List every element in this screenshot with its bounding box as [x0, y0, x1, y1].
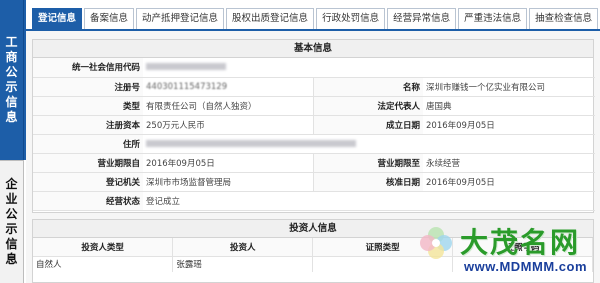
name-label: 名称 [312, 77, 423, 97]
side-char: 息 [5, 252, 18, 266]
term-from-value: 2016年09月05日 [143, 153, 313, 173]
capital-value: 250万元人民币 [143, 115, 313, 135]
approval-date-label: 核准日期 [312, 172, 423, 192]
side-char: 公 [5, 65, 18, 79]
investor-info-panel: 投资人信息 投资人类型 投资人 证照类型 证照号码 自然人 张露瑶 [32, 219, 594, 283]
reg-no-label: 注册号 [33, 77, 143, 97]
credit-code-value [143, 58, 596, 78]
cert-no-cell [452, 256, 593, 272]
tab-filing-info[interactable]: 备案信息 [84, 8, 135, 29]
term-from-label: 营业期限自 [33, 153, 143, 173]
table-row: 统一社会信用代码 [33, 58, 596, 78]
basic-info-table: 统一社会信用代码 注册号 440301115473129 名称 深圳市赚钱一个亿… [33, 58, 596, 211]
col-header-investor-type: 投资人类型 [33, 238, 174, 257]
redacted-address [146, 139, 356, 147]
col-header-investor: 投资人 [172, 238, 314, 257]
basic-info-title: 基本信息 [33, 40, 593, 58]
tab-abnormal-operation[interactable]: 经营异常信息 [387, 8, 457, 29]
tab-spot-check[interactable]: 抽查检查信息 [529, 8, 599, 29]
table-row: 住所 [33, 134, 596, 154]
approval-date-value: 2016年09月05日 [423, 172, 596, 192]
table-row: 注册号 440301115473129 名称 深圳市赚钱一个亿实业有限公司 [33, 77, 596, 97]
reg-no-value: 440301115473129 [143, 77, 313, 97]
est-date-label: 成立日期 [312, 115, 423, 135]
tab-registration-info[interactable]: 登记信息 [32, 8, 83, 29]
side-char: 信 [5, 95, 18, 109]
col-header-cert-no: 证照号码 [452, 238, 593, 257]
tab-bar: 登记信息 备案信息 动产抵押登记信息 股权出质登记信息 行政处罚信息 经营异常信… [26, 0, 600, 31]
table-row: 登记机关 深圳市市场监督管理局 核准日期 2016年09月05日 [33, 172, 596, 192]
side-char: 企 [5, 177, 18, 191]
address-value [143, 134, 596, 154]
side-char: 信 [5, 237, 18, 251]
authority-label: 登记机关 [33, 172, 143, 192]
cert-type-cell [312, 256, 454, 272]
investor-type-cell: 自然人 [33, 256, 174, 272]
type-value: 有限责任公司（自然人独资） [143, 96, 313, 116]
legal-rep-value: 唐国典 [423, 96, 596, 116]
investor-table: 投资人类型 投资人 证照类型 证照号码 自然人 张露瑶 [33, 238, 593, 272]
term-to-value: 永续经营 [423, 153, 596, 173]
side-char: 公 [5, 207, 18, 221]
table-row: 营业期限自 2016年09月05日 营业期限至 永续经营 [33, 153, 596, 173]
table-row: 自然人 张露瑶 [33, 256, 593, 272]
investor-info-title: 投资人信息 [33, 220, 593, 238]
est-date-value: 2016年09月05日 [423, 115, 596, 135]
status-value: 登记成立 [143, 191, 596, 211]
redacted-credit-code [146, 63, 226, 71]
side-char: 示 [5, 80, 18, 94]
tab-serious-violation[interactable]: 严重违法信息 [458, 8, 528, 29]
table-row: 注册资本 250万元人民币 成立日期 2016年09月05日 [33, 115, 596, 135]
table-header-row: 投资人类型 投资人 证照类型 证照号码 [33, 238, 593, 257]
investor-name-cell: 张露瑶 [172, 256, 314, 272]
side-char: 息 [5, 110, 18, 124]
tab-equity-pledge[interactable]: 股权出质登记信息 [226, 8, 315, 29]
status-label: 经营状态 [33, 191, 143, 211]
address-label: 住所 [33, 134, 143, 154]
name-value: 深圳市赚钱一个亿实业有限公司 [423, 77, 596, 97]
table-row: 类型 有限责任公司（自然人独资） 法定代表人 唐国典 [33, 96, 596, 116]
legal-rep-label: 法定代表人 [312, 96, 423, 116]
table-row: 经营状态 登记成立 [33, 191, 596, 211]
side-tab-ent-info[interactable]: 企 业 公 示 信 息 [0, 160, 24, 283]
side-char: 商 [5, 50, 18, 64]
authority-value: 深圳市市场监督管理局 [143, 172, 313, 192]
tab-admin-penalty[interactable]: 行政处罚信息 [316, 8, 386, 29]
term-to-label: 营业期限至 [312, 153, 423, 173]
side-char: 工 [5, 35, 18, 49]
basic-info-panel: 基本信息 统一社会信用代码 注册号 440301115473129 名称 深圳市… [32, 39, 596, 213]
side-tab-gov-info[interactable]: 工 商 公 示 信 息 [0, 0, 24, 160]
side-char: 示 [5, 222, 18, 236]
main-content: 基本信息 统一社会信用代码 注册号 440301115473129 名称 深圳市… [26, 31, 600, 283]
capital-label: 注册资本 [33, 115, 143, 135]
credit-code-label: 统一社会信用代码 [33, 58, 143, 78]
col-header-cert-type: 证照类型 [312, 238, 454, 257]
side-char: 业 [5, 192, 18, 206]
tab-chattel-mortgage[interactable]: 动产抵押登记信息 [136, 8, 225, 29]
type-label: 类型 [33, 96, 143, 116]
